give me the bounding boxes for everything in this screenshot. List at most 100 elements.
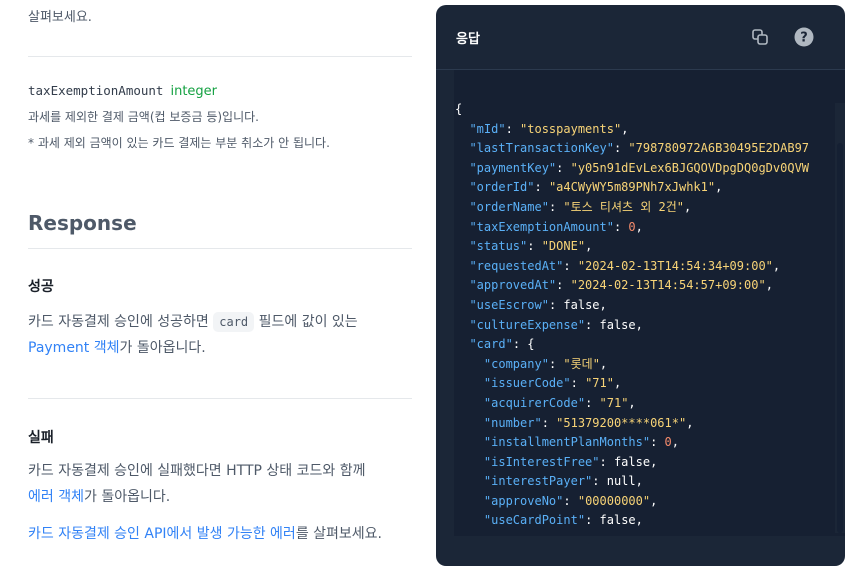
json-key: "isInterestFree" <box>483 454 600 469</box>
top-text: 살펴보세요. <box>28 10 92 25</box>
divider <box>28 398 412 399</box>
json-value: { <box>527 337 535 352</box>
json-key: "status" <box>469 239 528 254</box>
code-line: "requestedAt": "2024-02-13T14:54:34+09:0… <box>469 258 781 273</box>
json-value: 0 <box>664 435 672 450</box>
code-punct: { <box>455 102 463 116</box>
json-value: "798780972A6B30495E2DAB97 <box>628 141 810 156</box>
code-line: "lastTransactionKey": "798780972A6B30495… <box>469 141 810 156</box>
json-value: false <box>613 454 651 469</box>
json-key: "card" <box>469 337 513 352</box>
param-note: * 과세 제외 금액이 있는 카드 결제는 부분 취소가 안 됩니다. <box>28 136 330 150</box>
json-key: "lastTransactionKey" <box>469 141 614 156</box>
code-line: "useCardPoint": false, <box>483 513 643 528</box>
code-line: "approvedAt": "2024-02-13T14:54:57+09:00… <box>469 278 773 293</box>
json-value: "71" <box>585 376 614 391</box>
json-key: "interestPayer" <box>483 474 593 489</box>
card-code-chip: card <box>213 312 255 332</box>
json-key: "taxExemptionAmount" <box>469 219 614 234</box>
json-value: "2024-02-13T14:54:57+09:00" <box>570 278 766 293</box>
json-value: false <box>599 317 636 332</box>
code-line: "company": "롯데", <box>483 356 608 371</box>
param-type: integer <box>170 84 218 99</box>
code-area[interactable]: { "mId": "tosspayments", "lastTransactio… <box>436 70 845 566</box>
code-line: { <box>455 100 809 120</box>
json-value: "롯데" <box>563 356 600 371</box>
code-line: "paymentKey": "y05n91dEvLex6BJGQOVDpgDQ0… <box>469 160 810 175</box>
error-object-link[interactable]: 에러 객체 <box>28 489 84 505</box>
error-list-link[interactable]: 카드 자동결제 승인 API에서 발생 가능한 에러 <box>28 526 296 542</box>
code-line: "status": "DONE", <box>469 239 593 254</box>
code-line: "interestPayer": null, <box>483 474 643 489</box>
json-key: "approvedAt" <box>469 278 557 293</box>
vertical-scrollbar[interactable] <box>835 103 845 533</box>
response-code-panel: 응답 ? { "mId": "tosspayments", "lastTrans… <box>436 5 845 566</box>
param-row: taxExemptionAmount integer <box>28 83 217 99</box>
param-name: taxExemptionAmount <box>28 83 164 98</box>
code-line: "issuerCode": "71", <box>483 376 622 391</box>
copy-icon[interactable] <box>750 27 770 47</box>
json-value: "DONE" <box>541 239 586 254</box>
code-line: "approveNo": "00000000", <box>483 493 658 508</box>
failure-paragraph-2: 카드 자동결제 승인 API에서 발생 가능한 에러를 살펴보세요. <box>28 521 412 547</box>
success-text: 카드 자동결제 승인에 성공하면 <box>28 314 214 330</box>
svg-text:?: ? <box>800 31 808 46</box>
json-value: "71" <box>599 395 629 410</box>
success-paragraph: 카드 자동결제 승인에 성공하면 card 필드에 값이 있는 Payment … <box>28 309 412 361</box>
code-line: "number": "51379200****061*", <box>483 415 694 430</box>
json-key: "requestedAt" <box>469 258 564 273</box>
json-value: "2024-02-13T14:54:34+09:00" <box>577 258 773 273</box>
json-key: "useEscrow" <box>469 297 549 312</box>
divider <box>28 56 412 57</box>
json-value: "51379200****061*" <box>556 415 687 430</box>
param-description: 과세를 제외한 결제 금액(컵 보증금 등)입니다. <box>28 110 259 124</box>
help-icon[interactable]: ? <box>794 27 814 47</box>
json-value: "y05n91dEvLex6BJGQOVDpgDQ0gDv0QVW <box>570 160 810 175</box>
code-line: "orderName": "토스 티셔츠 외 2건", <box>469 199 692 214</box>
response-heading: Response <box>28 211 137 235</box>
divider <box>28 248 412 249</box>
failure-text-2-end: 를 살펴보세요. <box>295 526 382 542</box>
json-value: null <box>606 474 636 489</box>
code-line: "isInterestFree": false, <box>483 454 658 469</box>
code-line: "card": { <box>469 337 535 352</box>
json-value: "a4CWyWY5m89PNh7xJwhk1" <box>548 180 716 195</box>
json-key: "approveNo" <box>483 493 564 508</box>
failure-text: 카드 자동결제 승인에 실패했다면 HTTP 상태 코드와 함께 <box>28 463 366 479</box>
payment-object-link[interactable]: Payment 객체 <box>28 340 120 356</box>
code-line: "acquirerCode": "71", <box>483 395 636 410</box>
json-key: "number" <box>483 415 542 430</box>
json-key: "cultureExpense" <box>469 317 586 332</box>
success-text-2: 필드에 값이 있는 <box>254 314 358 330</box>
json-value: false <box>563 297 600 312</box>
json-value: false <box>599 513 636 528</box>
json-value: "tosspayments" <box>520 121 622 136</box>
code-line: "useEscrow": false, <box>469 297 607 312</box>
json-key: "orderId" <box>469 180 535 195</box>
json-key: "acquirerCode" <box>483 395 586 410</box>
code-line: "taxExemptionAmount": 0, <box>469 219 643 234</box>
success-text-end: 가 돌아옵니다. <box>119 340 206 356</box>
json-value: "00000000" <box>577 493 651 508</box>
json-key: "mId" <box>469 121 506 136</box>
panel-header: 응답 ? <box>436 5 845 70</box>
json-value: 0 <box>628 219 636 234</box>
scroll-thumb[interactable] <box>837 143 843 533</box>
failure-heading: 실패 <box>28 430 54 446</box>
code-line: "mId": "tosspayments", <box>469 121 629 136</box>
code-line: "orderId": "a4CWyWY5m89PNh7xJwhk1", <box>469 180 723 195</box>
code-line: "cultureExpense": false, <box>469 317 643 332</box>
json-key: "useCardPoint" <box>483 513 586 528</box>
json-key: "company" <box>483 356 549 371</box>
json-key: "issuerCode" <box>483 376 571 391</box>
json-key: "installmentPlanMonths" <box>483 435 651 450</box>
json-response-code: { "mId": "tosspayments", "lastTransactio… <box>455 100 809 531</box>
failure-text-end: 가 돌아옵니다. <box>83 489 171 505</box>
panel-title: 응답 <box>456 32 480 47</box>
json-key: "orderName" <box>469 199 549 214</box>
code-line: "installmentPlanMonths": 0, <box>483 435 679 450</box>
failure-paragraph: 카드 자동결제 승인에 실패했다면 HTTP 상태 코드와 함께 에러 객체가 … <box>28 458 412 510</box>
json-value: "토스 티셔츠 외 2건" <box>563 199 685 214</box>
json-key: "paymentKey" <box>469 160 557 175</box>
success-heading: 성공 <box>28 279 54 295</box>
